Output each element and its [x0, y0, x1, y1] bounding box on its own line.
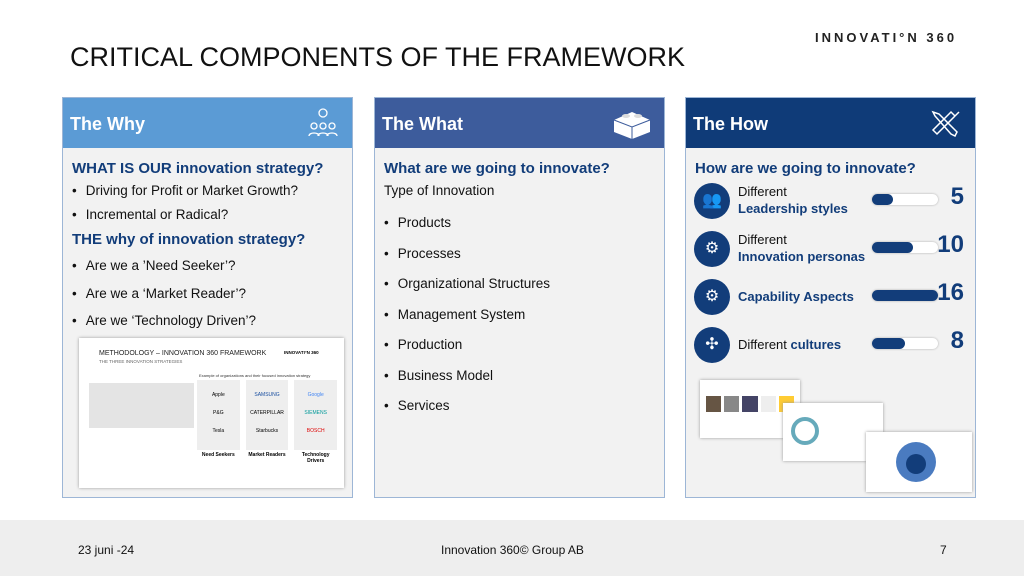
thumb-column: SAMSUNG CATERPILLAR Starbucks Market Reader… [245, 380, 289, 464]
list-item: Products [384, 214, 664, 232]
puzzle-icon: ✣ [694, 327, 730, 363]
lego-brick-icon [613, 112, 651, 139]
slide-thumbnail [866, 432, 972, 492]
footer-date: 23 juni -24 [78, 543, 135, 557]
progress-fill [872, 194, 893, 205]
list-item: Business Model [384, 367, 664, 385]
thumb-column: Apple P&G Tesla Need Seekers [197, 380, 240, 464]
question: WHAT IS OUR innovation strategy? [72, 160, 324, 177]
count-value: 10 [937, 231, 964, 258]
progress-fill [872, 338, 905, 349]
methodology-slide-thumbnail: METHODOLOGY – INNOVATION 360 FRAMEWORK T… [79, 338, 344, 488]
capability-row: ✣ Different cultures 8 [694, 327, 974, 367]
tools-icon [931, 110, 960, 138]
list-item: Are we ‘Technology Driven’? [72, 313, 352, 328]
count-value: 16 [937, 279, 964, 306]
page-title: CRITICAL COMPONENTS OF THE FRAMEWORK [70, 42, 686, 72]
page-number: 7 [940, 543, 947, 557]
panel-title: The What [382, 114, 463, 134]
question: THE why of innovation strategy? [72, 231, 306, 248]
progress-fill [872, 242, 914, 253]
row-label: Different cultures [738, 337, 842, 352]
capability-row: 👥 Different Leadership styles 5 [694, 183, 974, 223]
panel-header: The What [375, 98, 664, 148]
intro-text: Type of Innovation [384, 183, 495, 198]
panel-title: The How [693, 114, 768, 134]
progress-bar [872, 338, 938, 349]
row-label: Capability Aspects [738, 289, 854, 304]
progress-bar [872, 242, 938, 253]
thumb-logo: INNOVATI°N 360 [284, 350, 319, 355]
people-lightbulb-icon [308, 108, 338, 137]
panel-what: The What What are we going to innovate? … [374, 97, 665, 498]
thumb-title: METHODOLOGY – INNOVATION 360 FRAMEWORK [99, 350, 267, 357]
panel-title: The Why [70, 114, 145, 134]
panel-how: The How How are we going to innovate? 👥 … [685, 97, 976, 498]
count-value: 8 [950, 327, 964, 354]
capability-row: ⚙ Different Innovation personas 10 [694, 231, 974, 271]
list-item: Are we a ’Need Seeker’? [72, 258, 352, 273]
question: How are we going to innovate? [695, 160, 916, 177]
slide: CRITICAL COMPONENTS OF THE FRAMEWORK INN… [0, 0, 1024, 520]
list-item: Production [384, 336, 664, 354]
logo: INNOVATI°N 360 [815, 30, 958, 45]
list-item: Driving for Profit or Market Growth? [72, 183, 352, 198]
panel-why: The Why WHAT IS OUR innovation strategy?… [62, 97, 353, 498]
row-label: Different Leadership styles [738, 184, 848, 216]
thumb-column: Google SIEMENS BOSCH Technology Drivers [294, 380, 338, 464]
thumb-subtitle: THE THREE INNOVATION STRATEGIES [99, 359, 183, 364]
progress-fill [872, 290, 938, 301]
progress-bar [872, 194, 938, 205]
list-item: Services [384, 397, 664, 415]
list-item: Incremental or Radical? [72, 207, 352, 222]
thumb-diagram [89, 383, 194, 428]
list-item: Organizational Structures [384, 275, 664, 293]
list-item: Management System [384, 306, 664, 324]
question: What are we going to innovate? [384, 160, 610, 177]
panel-header: The How [686, 98, 975, 148]
count-value: 5 [950, 183, 964, 210]
list-item: Are we a ‘Market Reader’? [72, 286, 352, 301]
thumb-caption: Example of organizations and their focus… [199, 373, 311, 378]
people-group-icon: 👥 [694, 183, 730, 219]
head-gear-icon: ⚙ [694, 231, 730, 267]
row-label: Different Innovation personas [738, 232, 866, 264]
progress-bar [872, 290, 938, 301]
panel-header: The Why [63, 98, 352, 148]
gear-icon: ⚙ [694, 279, 730, 315]
capability-row: ⚙ Capability Aspects 16 [694, 279, 974, 319]
list-item: Processes [384, 245, 664, 263]
footer-company: Innovation 360© Group AB [441, 543, 584, 557]
